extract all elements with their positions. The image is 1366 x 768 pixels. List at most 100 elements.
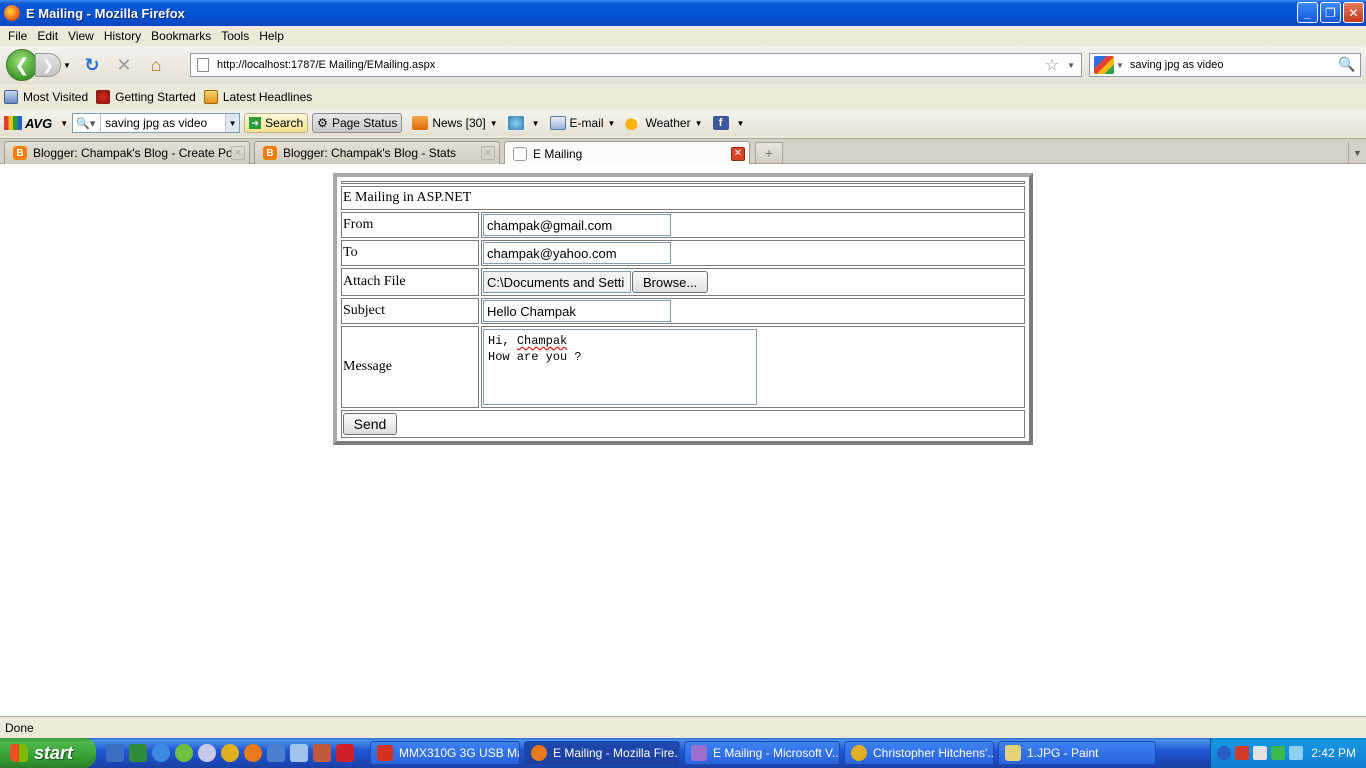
- google-icon[interactable]: [1094, 56, 1114, 74]
- news-dropdown-icon[interactable]: ▼: [490, 119, 498, 128]
- windows-taskbar: start MMX310G 3G USB Ma... E Mailing - M…: [0, 738, 1366, 768]
- menu-tools[interactable]: Tools: [221, 29, 249, 43]
- taskbar-item-usb-modem[interactable]: MMX310G 3G USB Ma...: [370, 741, 520, 765]
- attach-file-path-field[interactable]: C:\Documents and Setti: [483, 271, 631, 293]
- taskbar-item-visual-studio[interactable]: E Mailing - Microsoft V...: [684, 741, 840, 765]
- chrome-icon[interactable]: [221, 744, 239, 762]
- avg-search-box[interactable]: 🔍▾ saving jpg as video ▼: [72, 113, 241, 133]
- browse-button[interactable]: Browse...: [632, 271, 709, 293]
- email-dropdown-icon[interactable]: ▼: [608, 119, 616, 128]
- tab-create-post[interactable]: B Blogger: Champak's Blog - Create Post …: [4, 141, 250, 164]
- url-bar[interactable]: http://localhost:1787/E Mailing/EMailing…: [190, 53, 1082, 77]
- send-button[interactable]: Send: [343, 413, 397, 435]
- menu-help[interactable]: Help: [259, 29, 284, 43]
- close-tab-icon[interactable]: ✕: [731, 146, 745, 161]
- bookmark-most-visited[interactable]: Most Visited: [4, 90, 88, 104]
- quick-launch-tool-icon[interactable]: [267, 744, 285, 762]
- tray-volume-icon[interactable]: [1289, 746, 1303, 760]
- taskbar-item-paint[interactable]: 1.JPG - Paint: [998, 741, 1156, 765]
- menu-bookmarks[interactable]: Bookmarks: [151, 29, 211, 43]
- message-textarea[interactable]: Hi, Champak How are you ?: [483, 329, 757, 405]
- menu-edit[interactable]: Edit: [37, 29, 58, 43]
- globe-button[interactable]: ▼: [507, 116, 540, 130]
- close-tab-icon[interactable]: ✕: [231, 146, 245, 160]
- avg-search-input[interactable]: saving jpg as video: [101, 116, 225, 130]
- tab-list-dropdown-icon[interactable]: ▼: [1348, 142, 1366, 164]
- start-button[interactable]: start: [0, 738, 96, 768]
- news-button[interactable]: News [30] ▼: [412, 116, 498, 130]
- quick-launch-explorer-icon[interactable]: [106, 744, 124, 762]
- new-tab-button[interactable]: +: [755, 142, 783, 164]
- avg-menu-dropdown-icon[interactable]: ▼: [60, 119, 68, 128]
- avg-logo-icon: [4, 116, 22, 130]
- avg-logo[interactable]: AVG: [4, 116, 52, 131]
- quick-launch-box-icon[interactable]: [290, 744, 308, 762]
- minimize-button[interactable]: _: [1297, 2, 1318, 23]
- bookmark-latest-headlines[interactable]: Latest Headlines: [203, 90, 312, 104]
- tray-app-icon[interactable]: [1235, 746, 1249, 760]
- web-search-box[interactable]: ▼ saving jpg as video 🔍: [1089, 53, 1361, 77]
- taskbar-item-firefox[interactable]: E Mailing - Mozilla Fire...: [524, 741, 680, 765]
- email-button[interactable]: E-mail ▼: [549, 116, 616, 130]
- menu-history[interactable]: History: [104, 29, 141, 43]
- back-arrow-icon: ❮: [14, 54, 30, 75]
- windows-logo-icon: [10, 744, 28, 762]
- url-text[interactable]: http://localhost:1787/E Mailing/EMailing…: [217, 59, 1045, 71]
- from-field[interactable]: champak@gmail.com: [483, 214, 671, 236]
- tray-avg-icon[interactable]: [1271, 746, 1285, 760]
- facebook-icon: f: [712, 116, 729, 130]
- forward-button[interactable]: ❯: [35, 53, 61, 77]
- to-label: To: [341, 240, 479, 266]
- quick-launch-network-icon[interactable]: [198, 744, 216, 762]
- misspelled-word: Champak: [516, 334, 568, 348]
- page-status-button[interactable]: ⚙ Page Status: [312, 113, 403, 133]
- close-window-button[interactable]: ✕: [1343, 2, 1364, 23]
- quick-launch-app-icon[interactable]: [129, 744, 147, 762]
- avg-search-engine-icon[interactable]: 🔍▾: [73, 114, 102, 132]
- globe-dropdown-icon[interactable]: ▼: [532, 119, 540, 128]
- search-engine-dropdown-icon[interactable]: ▼: [1116, 61, 1124, 70]
- firefox-bookmark-icon: [96, 90, 111, 104]
- restore-button[interactable]: ❐: [1320, 2, 1341, 23]
- go-arrow-icon: ➜: [249, 117, 262, 129]
- reload-button[interactable]: ↻: [79, 53, 105, 77]
- firefox-quick-launch-icon[interactable]: [244, 744, 262, 762]
- weather-dropdown-icon[interactable]: ▼: [695, 119, 703, 128]
- web-search-input[interactable]: saving jpg as video: [1130, 59, 1338, 71]
- quick-launch: [106, 744, 354, 762]
- facebook-button[interactable]: f ▼: [712, 116, 745, 130]
- bookmark-star-icon[interactable]: ☆: [1045, 55, 1059, 75]
- close-tab-icon[interactable]: ✕: [481, 146, 495, 160]
- to-field[interactable]: champak@yahoo.com: [483, 242, 671, 264]
- stop-button[interactable]: ✕: [111, 53, 137, 77]
- tab-stats[interactable]: B Blogger: Champak's Blog - Stats ✕: [254, 141, 500, 164]
- from-label: From: [341, 212, 479, 238]
- blogger-icon: B: [263, 146, 277, 160]
- internet-explorer-icon[interactable]: [152, 744, 170, 762]
- gmail-icon[interactable]: [336, 744, 354, 762]
- paint-icon: [1005, 745, 1021, 761]
- blogger-icon: B: [13, 146, 27, 160]
- quick-launch-folder-icon[interactable]: [313, 744, 331, 762]
- taskbar-item-label: Christopher Hitchens'...: [873, 746, 994, 760]
- facebook-dropdown-icon[interactable]: ▼: [737, 119, 745, 128]
- home-button[interactable]: ⌂: [143, 53, 169, 77]
- menu-view[interactable]: View: [68, 29, 94, 43]
- modem-app-icon: [377, 745, 393, 761]
- subject-field[interactable]: Hello Champak: [483, 300, 671, 322]
- bookmark-getting-started[interactable]: Getting Started: [96, 90, 196, 104]
- back-button[interactable]: ❮: [6, 49, 38, 81]
- tray-expand-icon[interactable]: [1217, 746, 1231, 760]
- page-icon: [513, 146, 527, 161]
- tray-network-icon[interactable]: [1253, 746, 1267, 760]
- taskbar-item-chrome[interactable]: Christopher Hitchens'...: [844, 741, 994, 765]
- tab-e-mailing[interactable]: E Mailing ✕: [504, 141, 750, 165]
- search-icon[interactable]: 🔍: [1338, 56, 1356, 74]
- quick-launch-media-icon[interactable]: [175, 744, 193, 762]
- avg-search-dropdown-icon[interactable]: ▼: [225, 114, 240, 132]
- url-dropdown-icon[interactable]: ▼: [1067, 61, 1075, 70]
- avg-search-button[interactable]: ➜ Search: [244, 113, 309, 133]
- weather-button[interactable]: Weather ▼: [625, 116, 703, 130]
- menu-file[interactable]: File: [8, 29, 27, 43]
- history-dropdown-icon[interactable]: ▼: [63, 61, 73, 70]
